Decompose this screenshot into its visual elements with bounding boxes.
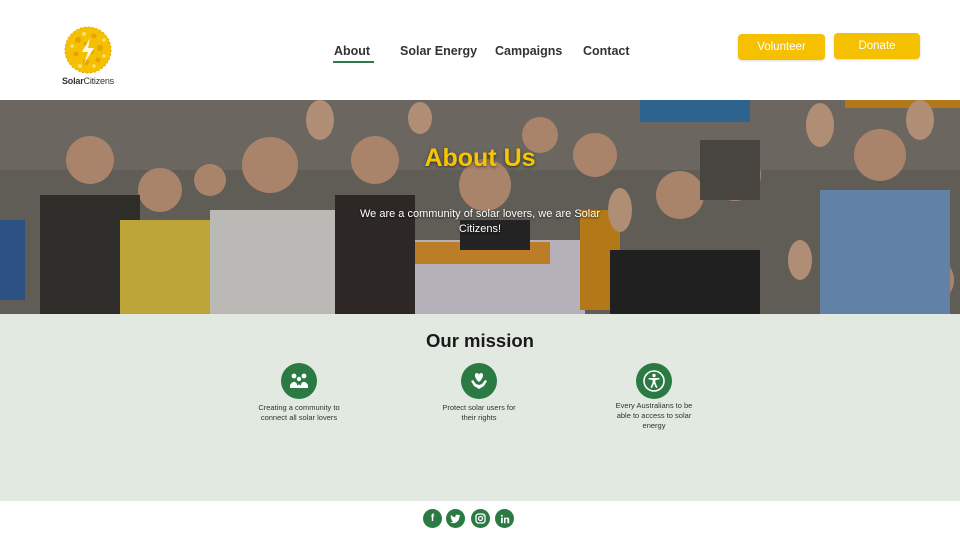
instagram-icon[interactable] [471, 509, 490, 528]
nav-about[interactable]: About [332, 44, 375, 63]
facebook-icon[interactable]: f [423, 509, 442, 528]
twitter-icon[interactable] [446, 509, 465, 528]
nav-campaigns[interactable]: Campaigns [495, 44, 562, 58]
hero-title: About Us [424, 144, 536, 172]
mission-text: Every Australians to be able to access t… [615, 401, 693, 430]
hero-subtitle: We are a community of solar lovers, we a… [359, 208, 601, 235]
site-footer: f [0, 501, 960, 540]
mission-text: Creating a community to connect all sola… [258, 403, 340, 422]
community-icon [281, 363, 317, 399]
mission-item-access: Every Australians to be able to access t… [609, 363, 699, 431]
nav-solar-energy[interactable]: Solar Energy [400, 44, 477, 58]
site-header: SolarCitizens About Solar Energy Campaig… [0, 0, 960, 100]
heart-hands-icon [461, 363, 497, 399]
linkedin-icon[interactable] [495, 509, 514, 528]
mission-text: Protect solar users for their rights [442, 403, 516, 422]
volunteer-button[interactable]: Volunteer [738, 34, 825, 60]
accessibility-icon [636, 363, 672, 399]
mission-title: Our mission [426, 330, 534, 351]
logo-wordmark: SolarCitizens [62, 76, 114, 86]
mission-item-community: Creating a community to connect all sola… [254, 363, 344, 423]
hero-banner: About Us We are a community of solar lov… [0, 100, 960, 314]
mission-section: Our mission Creating a community to conn… [0, 314, 960, 501]
nav-contact[interactable]: Contact [583, 44, 630, 58]
donate-button[interactable]: Donate [834, 33, 920, 59]
mission-item-protect: Protect solar users for their rights [434, 363, 524, 423]
